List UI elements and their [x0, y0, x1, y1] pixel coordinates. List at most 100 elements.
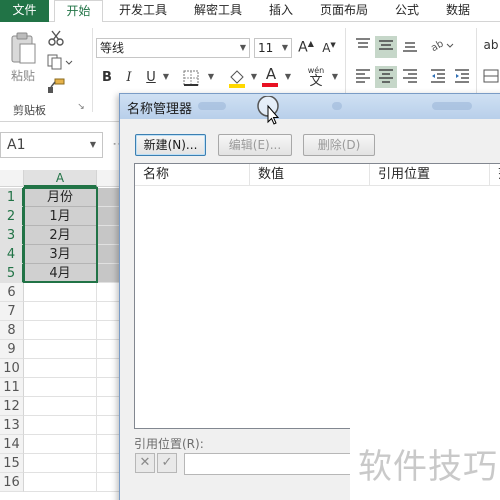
column-header-a[interactable]: A — [24, 170, 97, 187]
column-header-scope[interactable]: 范 — [490, 164, 500, 186]
align-left-icon[interactable] — [353, 66, 373, 88]
chevron-down-icon[interactable]: ▼ — [283, 72, 293, 81]
row-header[interactable]: 9 — [0, 340, 24, 359]
svg-text:ab: ab — [429, 38, 445, 54]
edit-name-button[interactable]: 编辑(E)... — [218, 134, 292, 156]
column-header-refers-to[interactable]: 引用位置 — [370, 164, 490, 186]
increase-indent-icon[interactable] — [452, 66, 472, 88]
row-header[interactable]: 5 — [0, 264, 24, 283]
fill-color-icon[interactable] — [226, 68, 248, 90]
close-icon: ✕ — [139, 455, 151, 470]
chevron-down-icon[interactable]: ▼ — [90, 133, 96, 157]
cell-a[interactable] — [24, 416, 97, 435]
cell-a[interactable]: 月份 — [24, 188, 97, 207]
blurred-region — [198, 102, 226, 110]
tab-data[interactable]: 数据 — [434, 0, 482, 22]
row-header[interactable]: 8 — [0, 321, 24, 340]
italic-button[interactable]: I — [123, 70, 135, 85]
cancel-edit-button[interactable]: ✕ — [135, 453, 155, 473]
row-header[interactable]: 14 — [0, 435, 24, 454]
bold-button[interactable]: B — [100, 70, 114, 85]
row-header[interactable]: 2 — [0, 207, 24, 226]
cell-a[interactable]: 4月 — [24, 264, 97, 283]
cell-a[interactable] — [24, 359, 97, 378]
align-middle-icon[interactable] — [375, 36, 397, 58]
chevron-down-icon[interactable]: ▼ — [206, 72, 216, 81]
new-name-button[interactable]: 新建(N)... — [135, 134, 206, 156]
names-list[interactable]: 名称 数值 引用位置 范 — [134, 163, 500, 429]
tab-formulas[interactable]: 公式 — [384, 0, 430, 22]
tab-developer[interactable]: 开发工具 — [107, 0, 179, 22]
copy-icon[interactable] — [46, 54, 74, 74]
wrap-text-button[interactable]: ab — [482, 38, 500, 52]
chevron-down-icon[interactable]: ▼ — [161, 72, 171, 81]
row-header[interactable]: 1 — [0, 188, 24, 207]
group-divider — [92, 28, 93, 112]
align-center-icon[interactable] — [375, 66, 397, 88]
align-right-icon[interactable] — [400, 66, 420, 88]
name-box[interactable]: A1 ▼ — [0, 132, 103, 158]
decrease-indent-icon[interactable] — [428, 66, 448, 88]
orientation-icon[interactable]: ab — [428, 36, 458, 58]
tab-page-layout[interactable]: 页面布局 — [308, 0, 380, 22]
row-header[interactable]: 4 — [0, 245, 24, 264]
cell-a[interactable] — [24, 340, 97, 359]
format-painter-icon[interactable] — [46, 78, 66, 98]
dialog-title-bar[interactable]: 名称管理器 — [120, 94, 500, 119]
cell-a[interactable] — [24, 378, 97, 397]
cell-a[interactable] — [24, 302, 97, 321]
chevron-down-icon[interactable]: ▼ — [330, 72, 340, 81]
cell-a[interactable] — [24, 321, 97, 340]
font-color-button[interactable]: A — [262, 66, 280, 88]
row-header[interactable]: 7 — [0, 302, 24, 321]
cut-icon[interactable] — [46, 30, 66, 50]
blurred-region — [332, 102, 342, 110]
row-header[interactable]: 16 — [0, 473, 24, 492]
delete-name-button[interactable]: 删除(D) — [303, 134, 375, 156]
cell-a[interactable] — [24, 435, 97, 454]
tab-insert[interactable]: 插入 — [258, 0, 304, 22]
font-name-combo[interactable]: 等线 ▼ — [96, 38, 250, 58]
clipboard-group-label: 剪贴板 — [13, 104, 46, 117]
font-size-value: 11 — [258, 41, 274, 55]
chevron-down-icon[interactable]: ▼ — [249, 72, 259, 81]
cell-a[interactable]: 3月 — [24, 245, 97, 264]
name-box-value: A1 — [7, 137, 26, 153]
tab-home[interactable]: 开始 — [54, 0, 103, 23]
row-header[interactable]: 13 — [0, 416, 24, 435]
select-all-corner[interactable] — [0, 170, 24, 187]
cell-a[interactable] — [24, 283, 97, 302]
tab-decrypt-tools[interactable]: 解密工具 — [183, 0, 253, 22]
cell-a[interactable] — [24, 397, 97, 416]
row-header[interactable]: 12 — [0, 397, 24, 416]
dialog-launcher-icon[interactable]: ↘ — [76, 102, 86, 112]
row-header[interactable]: 11 — [0, 378, 24, 397]
font-size-combo[interactable]: 11 ▼ — [254, 38, 292, 58]
row-header[interactable]: 3 — [0, 226, 24, 245]
grow-font-button[interactable]: A▲ — [297, 39, 315, 57]
chevron-down-icon: ▼ — [239, 43, 246, 52]
align-top-icon[interactable] — [353, 36, 373, 58]
cell-a[interactable] — [24, 473, 97, 492]
row-header[interactable]: 15 — [0, 454, 24, 473]
paste-button[interactable]: 粘贴 — [8, 32, 38, 82]
tab-file[interactable]: 文件 — [0, 0, 49, 22]
underline-button[interactable]: U — [144, 70, 158, 85]
column-header-name[interactable]: 名称 — [135, 164, 250, 186]
cell-a[interactable] — [24, 454, 97, 473]
align-bottom-icon[interactable] — [400, 36, 420, 58]
cell-a[interactable]: 1月 — [24, 207, 97, 226]
column-header-value[interactable]: 数值 — [250, 164, 370, 186]
font-name-value: 等线 — [100, 41, 125, 55]
row-header[interactable]: 6 — [0, 283, 24, 302]
mouse-cursor-icon — [257, 96, 280, 125]
borders-icon[interactable] — [180, 70, 202, 88]
merge-cells-icon[interactable] — [482, 68, 500, 86]
row-header[interactable]: 10 — [0, 359, 24, 378]
cell-a[interactable]: 2月 — [24, 226, 97, 245]
watermark: 软件技巧 — [350, 425, 500, 500]
phonetic-guide-button[interactable]: wén 文 — [304, 66, 328, 90]
shrink-font-button[interactable]: A▼ — [320, 41, 338, 59]
confirm-edit-button[interactable]: ✓ — [157, 453, 177, 473]
blurred-region — [432, 102, 472, 110]
